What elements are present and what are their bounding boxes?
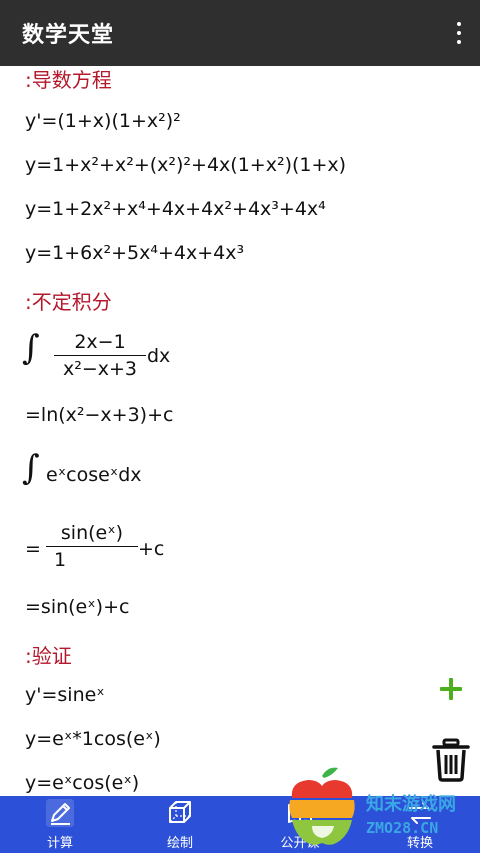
tab-calculate-label: 计算 <box>46 836 73 851</box>
book-icon <box>288 802 312 824</box>
result-2-equals: = <box>25 538 41 560</box>
derivative-line-2: y=1+x²+x²+(x²)²+4x(1+x²)(1+x) <box>25 154 347 176</box>
section-heading-integral: :不定积分 <box>25 290 112 314</box>
tab-open-course[interactable]: 公开课 <box>240 796 360 853</box>
derivative-line-1: y'=(1+x)(1+x²)² <box>25 110 181 132</box>
result-2-fraction: sin(eˣ) 1 <box>46 522 138 571</box>
tab-convert[interactable]: 转换 <box>360 796 480 853</box>
trash-icon[interactable] <box>432 738 470 782</box>
tab-draw-label: 绘制 <box>166 836 193 851</box>
fraction-denominator: x²−x+3 <box>62 358 138 380</box>
convert-icon <box>409 802 431 824</box>
fraction-bar <box>54 355 146 356</box>
integral-fraction: 2x−1 x²−x+3 <box>54 331 146 380</box>
tab-draw[interactable]: 绘制 <box>120 796 240 853</box>
verify-line-1: y'=sineˣ <box>25 684 105 706</box>
app-bar: 数学天堂 <box>0 0 480 66</box>
derivative-line-3: y=1+2x²+x⁴+4x+4x²+4x³+4x⁴ <box>25 198 326 220</box>
math-content[interactable]: :导数方程 y'=(1+x)(1+x²)² y=1+x²+x²+(x²)²+4x… <box>0 66 480 796</box>
result-2-numerator: sin(eˣ) <box>60 522 124 544</box>
app-title: 数学天堂 <box>22 23 115 48</box>
bottom-navigation: 计算 绘制 公开课 转换 <box>0 796 480 853</box>
integral-expression-2: eˣcoseˣdx <box>46 464 142 486</box>
integral-sign-icon-2: ∫ <box>22 448 40 488</box>
result-2-denominator: 1 <box>54 549 67 571</box>
verify-line-2: y=eˣ*1cos(eˣ) <box>25 728 161 750</box>
section-heading-derivative: :导数方程 <box>25 68 112 92</box>
section-heading-verify: :验证 <box>25 644 72 668</box>
result-2-bar <box>46 546 138 547</box>
tab-open-course-label: 公开课 <box>280 836 320 851</box>
tab-convert-label: 转换 <box>406 836 433 851</box>
derivative-line-4: y=1+6x²+5x⁴+4x+4x³ <box>25 242 245 264</box>
result-2-tail: +c <box>138 538 165 560</box>
integral-sign-icon: ∫ <box>22 328 40 368</box>
cube-icon <box>169 801 191 823</box>
integral-dx: dx <box>147 345 171 367</box>
add-icon[interactable] <box>438 676 464 702</box>
integral-result-3: =sin(eˣ)+c <box>25 596 130 618</box>
more-vert-icon[interactable] <box>454 22 464 44</box>
pencil-icon <box>46 799 74 827</box>
integral-result-1: =ln(x²−x+3)+c <box>25 404 174 426</box>
fraction-numerator: 2x−1 <box>74 331 126 353</box>
verify-line-3: y=eˣcos(eˣ) <box>25 772 140 794</box>
tab-calculate[interactable]: 计算 <box>0 796 120 853</box>
